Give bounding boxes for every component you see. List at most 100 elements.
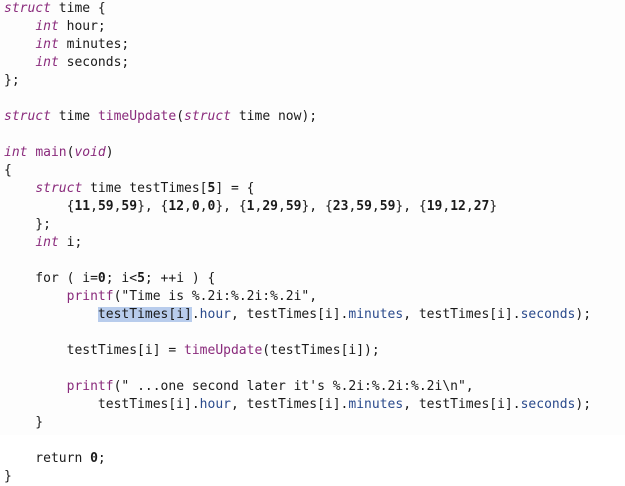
code-line[interactable]: printf(" ...one second later it's %.2i:%…: [4, 378, 474, 396]
code-line[interactable]: struct time timeUpdate(struct time now);: [4, 108, 317, 126]
code-token: testTimes[i].: [4, 397, 200, 412]
code-line[interactable]: int minutes;: [4, 36, 129, 54]
code-token: }, {: [137, 199, 169, 214]
code-token: int: [4, 145, 28, 160]
code-token: ,: [465, 199, 474, 214]
code-token: , testTimes[i].: [230, 307, 349, 322]
code-token: main: [35, 145, 67, 160]
code-token: 11: [74, 199, 91, 214]
code-token: }: [4, 469, 12, 484]
code-token: 5: [137, 271, 145, 286]
code-token: 12: [450, 199, 466, 214]
code-line[interactable]: struct time {: [4, 0, 106, 18]
code-token: , testTimes[i].: [403, 397, 521, 412]
code-token: ("Time is %.2i:%.2i:%.2i",: [113, 289, 318, 304]
code-token: minutes: [348, 307, 404, 322]
code-line[interactable]: testTimes[i] = timeUpdate(testTimes[i]);: [4, 342, 380, 360]
code-line[interactable]: testTimes[i].hour, testTimes[i].minutes,…: [4, 306, 591, 324]
code-token: ,: [199, 199, 208, 214]
code-token: hour: [199, 397, 231, 412]
code-token: ): [105, 145, 114, 160]
code-line[interactable]: }: [4, 468, 12, 486]
code-line[interactable]: int i;: [4, 234, 82, 252]
code-token: timeUpdate: [97, 109, 177, 124]
code-line[interactable]: {: [4, 162, 12, 180]
code-line[interactable]: {11,59,59}, {12,0,0}, {1,29,59}, {23,59,…: [4, 198, 498, 216]
code-token: struct: [4, 1, 51, 16]
code-token: }, {: [395, 199, 427, 214]
code-token: int: [35, 55, 59, 70]
code-token: time: [50, 109, 98, 124]
code-token: seconds: [520, 307, 576, 322]
code-token: 19: [426, 199, 443, 214]
code-line[interactable]: int seconds;: [4, 54, 129, 72]
code-token: }, {: [215, 199, 247, 214]
code-token: ,: [90, 199, 98, 214]
code-token: }: [4, 415, 44, 430]
code-token: ,: [184, 199, 192, 214]
code-token: time {: [50, 1, 106, 16]
code-token: void: [74, 145, 106, 160]
code-token: ; i<: [105, 271, 138, 286]
code-token: 29: [262, 199, 278, 214]
code-token: 59: [379, 199, 396, 214]
code-token: printf: [66, 289, 114, 304]
code-token: seconds;: [58, 55, 130, 70]
code-line[interactable]: struct time testTimes[5] = {: [4, 180, 254, 198]
code-token: int: [35, 19, 59, 34]
code-token: time now);: [231, 109, 318, 124]
code-token: };: [4, 217, 51, 232]
code-token: 0: [191, 199, 200, 214]
code-token: ,: [371, 199, 380, 214]
code-token: int: [35, 235, 59, 250]
code-line[interactable]: };: [4, 216, 51, 234]
code-token: (: [176, 109, 185, 124]
code-token: (testTimes[i]);: [262, 343, 380, 358]
code-token: ; ++i ) {: [144, 271, 216, 286]
code-token: struct: [184, 109, 232, 124]
code-token: {: [4, 163, 12, 178]
code-token: for ( i=: [4, 271, 98, 286]
code-token: };: [4, 73, 20, 88]
code-token: );: [575, 397, 592, 412]
code-token: ;: [97, 451, 106, 466]
code-token: struct: [4, 109, 51, 124]
code-token: i;: [58, 235, 83, 250]
code-token: testTimes[i] =: [4, 343, 185, 358]
code-editor[interactable]: struct time { int hour; int minutes; int…: [0, 0, 625, 484]
code-token: 59: [356, 199, 372, 214]
code-line[interactable]: };: [4, 72, 20, 90]
code-token: return: [4, 451, 91, 466]
code-line[interactable]: return 0;: [4, 450, 106, 468]
code-token: , testTimes[i].: [403, 307, 521, 322]
code-token: 1: [246, 199, 255, 214]
code-line[interactable]: printf("Time is %.2i:%.2i:%.2i",: [4, 288, 317, 306]
code-token: .: [191, 307, 200, 322]
code-token: 59: [97, 199, 114, 214]
code-token: }, {: [301, 199, 333, 214]
code-token: (" ...one second later it's %.2i:%.2i:%.…: [113, 379, 474, 394]
code-line[interactable]: for ( i=0; i<5; ++i ) {: [4, 270, 215, 288]
code-token: minutes: [348, 397, 404, 412]
code-token: seconds: [520, 397, 576, 412]
code-token: );: [575, 307, 592, 322]
code-token: hour: [199, 307, 231, 322]
code-line[interactable]: testTimes[i].hour, testTimes[i].minutes,…: [4, 396, 591, 414]
code-line[interactable]: int hour;: [4, 18, 106, 36]
code-token: hour;: [58, 19, 106, 34]
code-token: 0: [97, 271, 106, 286]
code-line[interactable]: }: [4, 414, 43, 432]
code-token: time testTimes[: [82, 181, 208, 196]
code-token: ,: [277, 199, 286, 214]
code-token: }: [489, 199, 498, 214]
code-line[interactable]: int main(void): [4, 144, 114, 162]
code-token: 12: [168, 199, 185, 214]
selected-text: testTimes[i]: [97, 307, 192, 322]
code-token: 23: [332, 199, 349, 214]
